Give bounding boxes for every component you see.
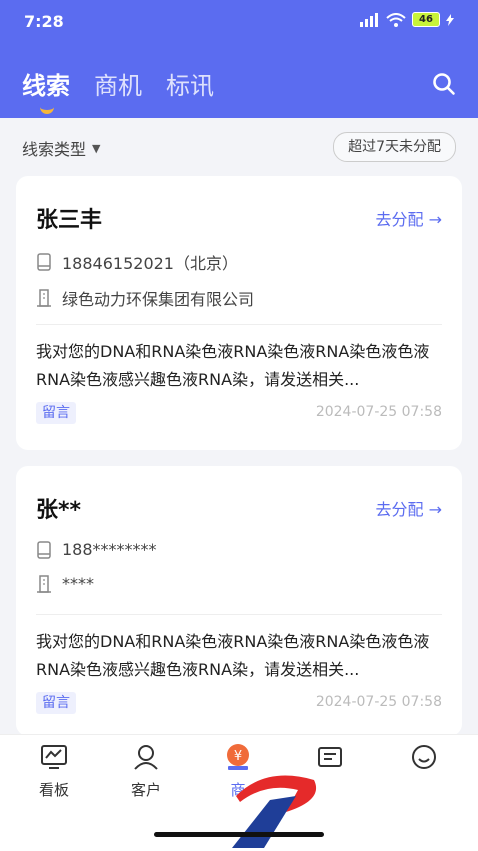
top-tabs: 线索 商机 标讯 (22, 66, 214, 114)
lead-company: 绿色动力环保集团有限公司 (62, 290, 255, 309)
signal-icon (360, 12, 378, 27)
status-time: 7:28 (24, 12, 64, 31)
tab-opportunities[interactable]: 商机 (94, 66, 142, 101)
building-icon (37, 289, 51, 307)
lead-time: 2024-07-25 07:58 (315, 404, 442, 420)
lead-phone: 188******** (62, 540, 157, 559)
id-card-icon (318, 747, 342, 767)
tab-opportunities-label: 商机 (94, 72, 142, 100)
lead-company: **** (62, 574, 94, 593)
unassigned-7days-chip[interactable]: 超过7天未分配 (333, 132, 456, 162)
company-row: 绿色动力环保集团有限公司 (36, 286, 254, 310)
assign-button[interactable]: 去分配 → (376, 496, 443, 520)
user-icon (134, 745, 158, 770)
wifi-icon (386, 12, 406, 27)
nav-label: 客户 (130, 781, 161, 799)
nav-item-customers[interactable]: 客户 (106, 743, 186, 800)
building-icon (37, 574, 51, 593)
filter-bar: 线索类型 ▼ 超过7天未分配 (0, 130, 478, 164)
svg-text:¥: ¥ (234, 749, 242, 764)
status-bar: 7:28 46 (24, 12, 454, 34)
lead-phone: 18846152021（北京） (62, 254, 238, 273)
lead-name: 张** (36, 498, 82, 523)
charging-icon (446, 13, 454, 26)
divider (36, 614, 442, 615)
lead-card[interactable]: 张三丰 去分配 → 18846152021（北京） 绿色动力环保集团有限公司 我… (16, 176, 462, 450)
chart-monitor-icon (41, 745, 67, 769)
active-tab-indicator (40, 102, 54, 114)
nav-item-me[interactable] (384, 743, 464, 779)
search-icon[interactable] (432, 72, 456, 96)
lead-type-dropdown[interactable]: 线索类型 ▼ (22, 136, 100, 160)
tab-leads-label: 线索 (22, 72, 70, 100)
lead-card[interactable]: 张** 去分配 → 188******** **** 我对您的DNA和RNA染色… (16, 466, 462, 736)
phone-icon (37, 540, 51, 559)
lead-time: 2024-07-25 07:58 (315, 694, 442, 710)
divider (36, 324, 442, 325)
lead-name: 张三丰 (36, 208, 103, 233)
nav-item-dashboard[interactable]: 看板 (14, 743, 94, 800)
tab-bids[interactable]: 标讯 (166, 66, 214, 101)
battery-icon: 46 (412, 12, 440, 27)
lead-message: 我对您的DNA和RNA染色液RNA染色液RNA染色液色液RNA染色液感兴趣色液R… (36, 342, 430, 389)
assign-button[interactable]: 去分配 → (376, 206, 443, 230)
phone-row: 18846152021（北京） (36, 250, 238, 274)
nav-label: 看板 (38, 781, 69, 799)
status-icons: 46 (358, 12, 454, 27)
lead-message: 我对您的DNA和RNA染色液RNA染色液RNA染色液色液RNA染色液感兴趣色液R… (36, 632, 430, 679)
company-row: **** (36, 574, 94, 593)
caret-down-icon: ▼ (92, 141, 101, 155)
phone-row: 188******** (36, 540, 157, 559)
app-header: 7:28 46 线索 商机 标讯 (0, 0, 478, 118)
lead-type-label: 线索类型 (22, 140, 87, 159)
phone-icon (37, 253, 51, 271)
tab-leads[interactable]: 线索 (22, 66, 70, 114)
tab-bids-label: 标讯 (166, 72, 214, 100)
smile-icon (412, 745, 436, 769)
home-indicator[interactable] (154, 832, 324, 837)
yen-coin-icon: ¥ (227, 744, 249, 770)
message-tag: 留言 (36, 692, 76, 714)
message-tag: 留言 (36, 402, 76, 424)
